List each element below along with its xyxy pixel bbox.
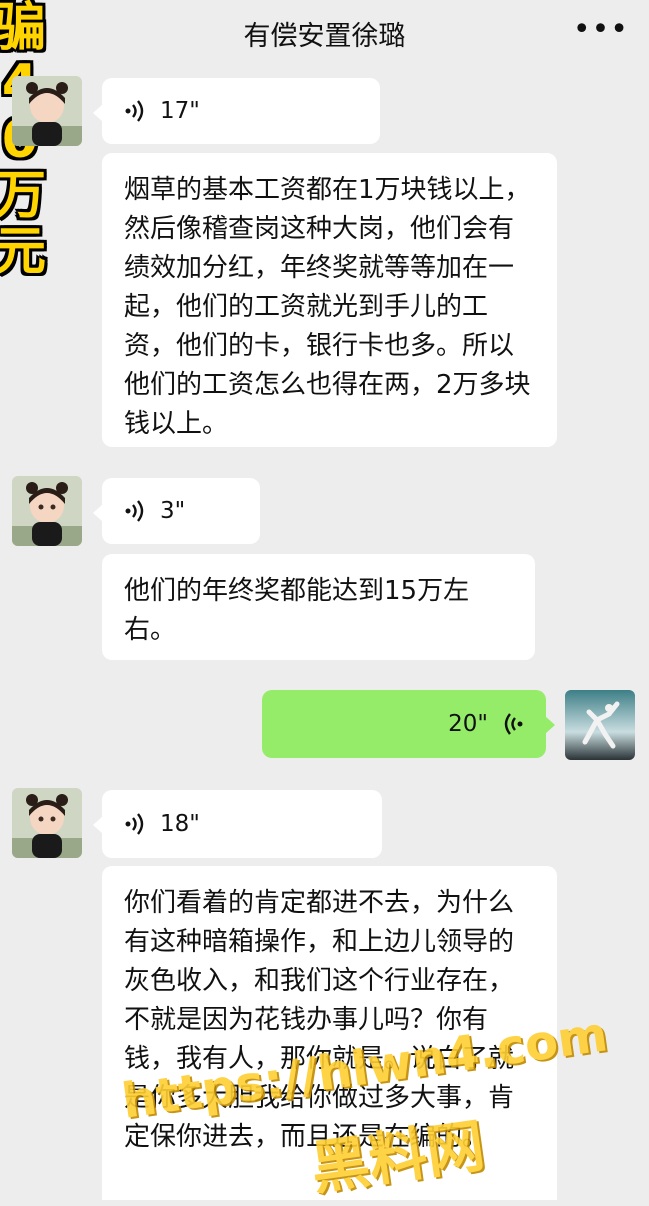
overlay-char: 万 — [0, 166, 46, 226]
voice-transcript: 你们看着的肯定都进不去，为什么有这种暗箱操作，和上边儿领导的灰色收入，和我们这个… — [102, 866, 557, 1200]
avatar[interactable] — [12, 76, 82, 146]
overlay-char: 骗 — [0, 0, 46, 58]
voice-message-bubble[interactable]: 3" — [93, 478, 260, 544]
overlay-char: 元 — [0, 222, 46, 282]
voice-transcript: 烟草的基本工资都在1万块钱以上，然后像稽查岗这种大岗，他们会有绩效加分红，年终奖… — [102, 153, 557, 447]
voice-wave-icon — [125, 100, 144, 122]
voice-duration: 17" — [160, 97, 200, 124]
avatar[interactable] — [12, 476, 82, 546]
more-options-icon[interactable]: ••• — [573, 12, 629, 47]
voice-transcript: 他们的年终奖都能达到15万左右。 — [102, 554, 535, 660]
transcript-text: 烟草的基本工资都在1万块钱以上，然后像稽查岗这种大岗，他们会有绩效加分红，年终奖… — [124, 175, 531, 439]
self-avatar[interactable] — [565, 690, 635, 760]
voice-wave-icon — [504, 713, 523, 735]
chat-header: 有偿安置徐璐 ••• — [0, 0, 649, 72]
overlay-caption: 骗 4 0 万 元 — [0, 0, 58, 345]
avatar[interactable] — [12, 788, 82, 858]
voice-duration: 18" — [160, 810, 200, 837]
chat-title: 有偿安置徐璐 — [243, 21, 406, 52]
transcript-text: 你们看着的肯定都进不去，为什么有这种暗箱操作，和上边儿领导的灰色收入，和我们这个… — [124, 888, 515, 1152]
voice-duration: 20" — [448, 710, 488, 737]
voice-message-bubble[interactable]: 18" — [93, 790, 382, 858]
voice-wave-icon — [125, 500, 144, 522]
transcript-text: 他们的年终奖都能达到15万左右。 — [124, 576, 470, 645]
voice-duration: 3" — [160, 497, 186, 524]
voice-wave-icon — [125, 813, 144, 835]
voice-message-bubble[interactable]: 17" — [93, 78, 380, 144]
voice-message-bubble-self[interactable]: 20" — [262, 690, 555, 758]
